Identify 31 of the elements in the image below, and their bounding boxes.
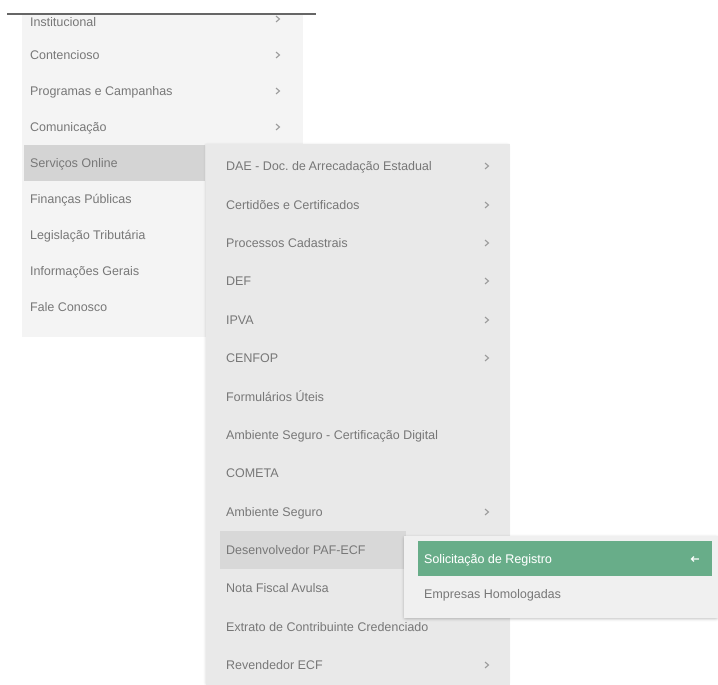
menu-item[interactable]: Processos Cadastrais xyxy=(220,224,510,262)
chevron-icon xyxy=(484,508,490,516)
menu-item[interactable]: DAE - Doc. de Arrecadação Estadual xyxy=(220,147,510,186)
chevron-icon xyxy=(275,51,281,59)
menu-item[interactable]: Certidões e Certificados xyxy=(220,185,510,224)
chevron-icon xyxy=(484,661,490,670)
chevron-icon xyxy=(484,238,490,247)
chevron-icon xyxy=(275,15,281,23)
menu-item[interactable]: Ambiente Seguro xyxy=(220,492,510,531)
chevron-icon xyxy=(275,123,281,131)
chevron-icon xyxy=(484,316,490,324)
chevron-icon xyxy=(484,277,490,286)
menu-item[interactable]: Contencioso xyxy=(24,37,303,73)
chevron-icon xyxy=(484,162,490,170)
menu-item[interactable]: Programas e Campanhas xyxy=(24,73,303,109)
menu-item[interactable]: Comunicação xyxy=(24,109,303,145)
menu-item[interactable]: Ambiente Seguro - Certificação Digital xyxy=(220,416,510,454)
menu-item[interactable]: Revendedor ECF xyxy=(220,646,510,684)
menu-item[interactable]: Formulários Úteis xyxy=(220,377,510,416)
menu-item[interactable]: COMETA xyxy=(220,454,510,493)
chevron-icon xyxy=(484,354,490,362)
menu-item[interactable]: Institucional xyxy=(24,15,303,37)
menu-item[interactable]: CENFOP xyxy=(220,338,510,378)
menu-item[interactable]: IPVA xyxy=(220,300,510,339)
left-arrow-icon xyxy=(690,554,700,562)
chevron-icon xyxy=(484,200,490,209)
menu-item[interactable]: Solicitação de Registro xyxy=(418,541,712,576)
menu-item[interactable]: DEF xyxy=(220,262,510,301)
menu-item[interactable]: Desenvolvedor PAF-ECF xyxy=(220,530,406,570)
menu-item[interactable]: Serviços Online xyxy=(24,145,205,181)
chevron-icon xyxy=(275,87,281,95)
